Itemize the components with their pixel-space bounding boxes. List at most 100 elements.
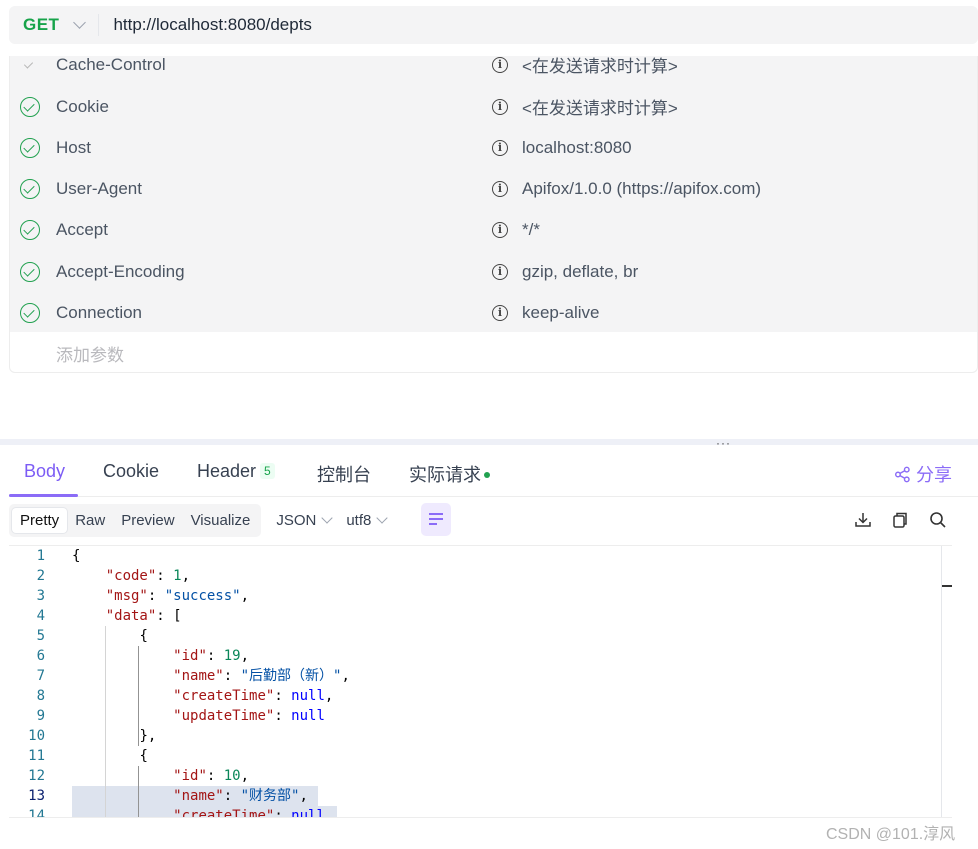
line-number: 6 [36, 648, 45, 664]
header-value: <在发送请求时计算> [522, 57, 678, 76]
format-select-value: JSON [276, 512, 317, 529]
copy-icon[interactable] [890, 510, 910, 530]
code-line: 13 "name": "财务部", [9, 786, 939, 806]
header-row: Accept i */* [10, 209, 977, 250]
share-label: 分享 [916, 465, 952, 485]
download-icon[interactable] [853, 510, 873, 530]
json-null: null [291, 808, 325, 818]
code-text: "updateTime": null [173, 708, 325, 724]
code-line: 9 "updateTime": null [9, 706, 939, 726]
header-key: Cookie [56, 96, 109, 116]
code-line: 4 "data": [ [9, 606, 939, 626]
header-row: Cache-Control i <在发送请求时计算> [10, 44, 977, 85]
header-value: keep-alive [522, 302, 600, 322]
panel-splitter[interactable] [0, 439, 978, 445]
encoding-select[interactable]: utf8 [346, 512, 389, 529]
code-text: { [72, 746, 148, 766]
view-preview-button[interactable]: Preview [113, 508, 182, 533]
check-circle-icon[interactable] [20, 96, 40, 117]
json-key: "createTime" [173, 688, 275, 704]
info-icon[interactable]: i [492, 139, 508, 156]
line-number: 12 [28, 768, 45, 784]
check-circle-icon[interactable] [20, 219, 40, 240]
view-raw-button[interactable]: Raw [67, 508, 113, 533]
code-line: 5 { [9, 626, 939, 646]
code-line: 3 "msg": "success", [9, 586, 939, 606]
view-visualize-button[interactable]: Visualize [183, 508, 259, 533]
add-param-row[interactable]: 添加参数 [10, 333, 977, 374]
info-icon[interactable]: i [492, 98, 508, 115]
word-wrap-button[interactable] [421, 503, 451, 536]
format-select[interactable]: JSON [276, 512, 334, 529]
status-dot [484, 472, 490, 478]
check-circle-icon[interactable] [20, 178, 40, 199]
response-toolbar: Pretty Raw Preview Visualize JSON utf8 [9, 504, 389, 537]
json-token: { [139, 748, 148, 764]
json-key: "createTime" [173, 808, 275, 818]
json-string: "后勤部（新）" [240, 668, 342, 684]
json-token: }, [139, 728, 157, 744]
line-number: 5 [36, 628, 45, 644]
header-key: Host [56, 137, 91, 157]
info-icon[interactable]: i [492, 221, 508, 238]
code-line: 12 "id": 10, [9, 766, 939, 786]
wrap-icon [429, 518, 443, 520]
header-value: Apifox/1.0.0 (https://apifox.com) [522, 178, 762, 198]
tab-header[interactable]: Header 5 [197, 461, 275, 482]
info-icon[interactable]: i [492, 180, 508, 197]
code-text: { [72, 626, 148, 646]
header-key: Accept-Encoding [56, 261, 185, 281]
tab-cookie[interactable]: Cookie [103, 461, 159, 482]
code-line: 10 }, [9, 726, 939, 746]
info-icon[interactable]: i [492, 56, 508, 73]
json-number: 1 [173, 568, 182, 584]
wrap-icon [429, 523, 437, 525]
url-bar: GET http://localhost:8080/depts [9, 6, 978, 44]
code-text: "id": 19, [173, 648, 250, 664]
chevron-down-icon [376, 512, 389, 524]
code-line: 1{ [9, 546, 939, 566]
share-button[interactable]: 分享 [894, 461, 952, 487]
header-row: Accept-Encoding i gzip, deflate, br [10, 251, 977, 292]
code-text: "name": "财务部", [173, 788, 308, 804]
header-row: Cookie i <在发送请求时计算> [10, 86, 977, 127]
active-tab-indicator [9, 494, 78, 497]
code-line: 7 "name": "后勤部（新）", [9, 666, 939, 686]
search-icon[interactable] [928, 510, 948, 530]
code-text: { [72, 546, 80, 566]
json-token: { [139, 628, 148, 644]
drag-handle-icon[interactable]: ··· [716, 437, 731, 449]
check-circle-icon[interactable] [20, 137, 40, 158]
chevron-down-icon[interactable] [73, 16, 87, 29]
check-circle-icon[interactable] [20, 261, 40, 282]
json-key: "name" [173, 668, 224, 684]
header-key: Accept [56, 219, 108, 239]
json-key: "id" [173, 648, 207, 664]
header-row: Host i localhost:8080 [10, 127, 977, 168]
json-key: "code" [105, 568, 157, 584]
tab-console[interactable]: 控制台 [317, 461, 371, 487]
header-count-badge: 5 [260, 463, 275, 479]
divider [98, 14, 100, 36]
json-string: "财务部" [240, 788, 300, 804]
info-icon[interactable]: i [492, 263, 508, 280]
scrollbar-thumb[interactable] [942, 585, 952, 587]
url-input[interactable]: http://localhost:8080/depts [113, 15, 311, 35]
code-line: 8 "createTime": null, [9, 686, 939, 706]
info-icon[interactable]: i [492, 304, 508, 321]
add-param-input[interactable]: 添加参数 [56, 341, 124, 366]
view-pretty-button[interactable]: Pretty [12, 508, 68, 533]
check-icon[interactable] [20, 55, 40, 75]
tab-actual-request[interactable]: 实际请求 [409, 461, 490, 487]
response-body-editor[interactable]: 1{ 2 "code": 1, 3 "msg": "success", 4 "d… [9, 545, 952, 818]
line-number: 1 [36, 548, 45, 564]
line-number: 14 [28, 808, 45, 818]
code-line: 14 "createTime": null, [9, 806, 939, 818]
json-string: "success" [164, 588, 241, 604]
view-mode-group: Pretty Raw Preview Visualize [9, 504, 262, 537]
tab-body[interactable]: Body [24, 461, 65, 482]
code-text: "code": 1, [105, 568, 191, 584]
tab-header-label: Header [197, 461, 257, 481]
method-select[interactable]: GET [23, 15, 59, 35]
check-circle-icon[interactable] [20, 302, 40, 323]
